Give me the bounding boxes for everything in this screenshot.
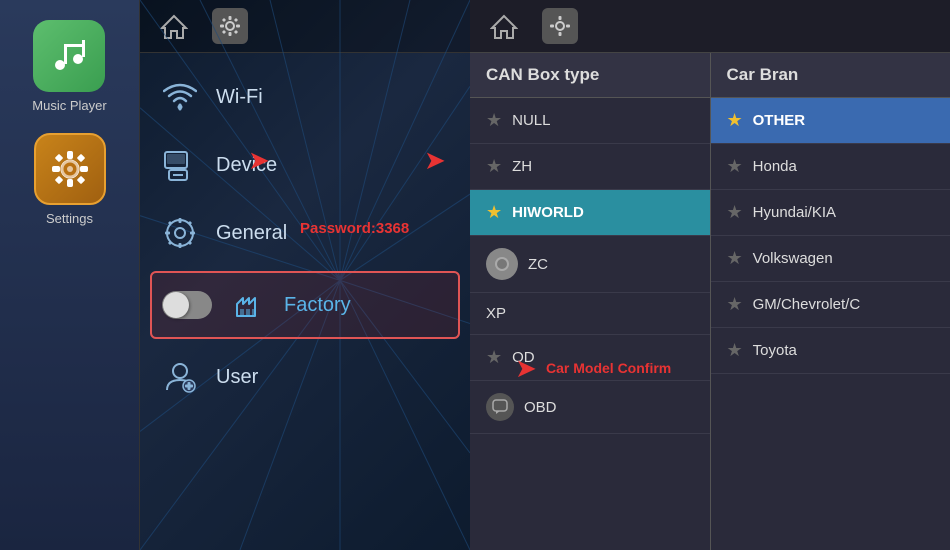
star-od: ★ (486, 347, 502, 368)
settings-header-icon[interactable] (212, 8, 248, 44)
star-hiworld: ★ (486, 202, 502, 223)
list-item-honda[interactable]: ★ Honda (711, 144, 950, 190)
right-panel: CAN Box type ★ NULL ★ ZH ★ HIWORLD (470, 0, 950, 550)
middle-panel: Wi-Fi Device (140, 0, 470, 550)
menu-item-device[interactable]: Device (140, 131, 470, 199)
factory-icon (228, 285, 268, 325)
list-item-od[interactable]: ★ OD (470, 335, 710, 381)
item-hyundai-label: Hyundai/KIA (753, 204, 836, 221)
list-item-null[interactable]: ★ NULL (470, 98, 710, 144)
password-annotation: Password:3368 (300, 220, 409, 237)
wifi-label: Wi-Fi (216, 86, 263, 109)
list-item-zh[interactable]: ★ ZH (470, 144, 710, 190)
can-box-type-column: CAN Box type ★ NULL ★ ZH ★ HIWORLD (470, 53, 711, 550)
menu-item-factory[interactable]: Factory (150, 271, 460, 339)
list-item-toyota[interactable]: ★ Toyota (711, 328, 950, 374)
settings-label: Settings (46, 211, 93, 226)
item-zh-label: ZH (512, 158, 532, 175)
star-zh: ★ (486, 156, 502, 177)
music-player-label: Music Player (32, 98, 106, 113)
list-item-hiworld[interactable]: ★ HIWORLD (470, 190, 710, 236)
car-brand-column: Car Bran ★ OTHER ★ Honda ★ Hyundai/KIA (711, 53, 950, 550)
star-gm: ★ (727, 294, 743, 315)
music-player-icon-bg (33, 20, 105, 92)
right-home-icon[interactable] (486, 8, 522, 44)
right-columns: CAN Box type ★ NULL ★ ZH ★ HIWORLD (470, 53, 950, 550)
item-hiworld-label: HIWORLD (512, 204, 584, 221)
sidebar: Music Player (0, 0, 140, 550)
right-settings-icon[interactable] (542, 8, 578, 44)
factory-toggle[interactable] (162, 291, 212, 319)
item-toyota-label: Toyota (753, 342, 797, 359)
car-brand-header: Car Bran (711, 53, 950, 98)
music-note-icon (47, 34, 91, 78)
sidebar-item-settings[interactable]: Settings (34, 133, 106, 226)
device-icon (160, 145, 200, 185)
user-label: User (216, 366, 258, 389)
general-label: General (216, 222, 287, 245)
item-null-label: NULL (512, 112, 550, 129)
menu-item-wifi[interactable]: Wi-Fi (140, 63, 470, 131)
item-volkswagen-label: Volkswagen (753, 250, 833, 267)
chat-icon (486, 393, 514, 421)
general-icon (160, 213, 200, 253)
settings-gear-icon (46, 145, 94, 193)
arrow-device: ➤ (248, 145, 270, 176)
right-panel-header (470, 0, 950, 53)
menu-items-list: Wi-Fi Device (140, 53, 470, 421)
home-icon[interactable] (156, 8, 192, 44)
star-hyundai: ★ (727, 202, 743, 223)
item-zc-label: ZC (528, 256, 548, 273)
item-gm-label: GM/Chevrolet/C (753, 296, 861, 313)
list-item-xp[interactable]: XP (470, 293, 710, 335)
star-toyota: ★ (727, 340, 743, 361)
star-other: ★ (727, 110, 743, 131)
settings-icon-bg (34, 133, 106, 205)
list-item-other[interactable]: ★ OTHER (711, 98, 950, 144)
sidebar-item-music-player[interactable]: Music Player (32, 20, 106, 113)
user-icon (160, 357, 200, 397)
can-box-type-header: CAN Box type (470, 53, 710, 98)
star-null: ★ (486, 110, 502, 131)
item-honda-label: Honda (753, 158, 797, 175)
star-volkswagen: ★ (727, 248, 743, 269)
toggle-knob (163, 292, 189, 318)
list-item-gm[interactable]: ★ GM/Chevrolet/C (711, 282, 950, 328)
arrow-password: ➤ (424, 145, 446, 176)
list-item-zc[interactable]: ZC (470, 236, 710, 293)
item-od-label: OD (512, 349, 535, 366)
star-honda: ★ (727, 156, 743, 177)
confirm-icon (486, 248, 518, 280)
item-other-label: OTHER (753, 112, 806, 129)
list-item-volkswagen[interactable]: ★ Volkswagen (711, 236, 950, 282)
list-item-obd[interactable]: OBD (470, 381, 710, 434)
middle-panel-header (140, 0, 470, 53)
item-obd-label: OBD (524, 399, 557, 416)
wifi-icon (160, 77, 200, 117)
menu-item-user[interactable]: User (140, 343, 470, 411)
factory-label: Factory (284, 294, 351, 317)
list-item-hyundai[interactable]: ★ Hyundai/KIA (711, 190, 950, 236)
item-xp-label: XP (486, 305, 506, 322)
